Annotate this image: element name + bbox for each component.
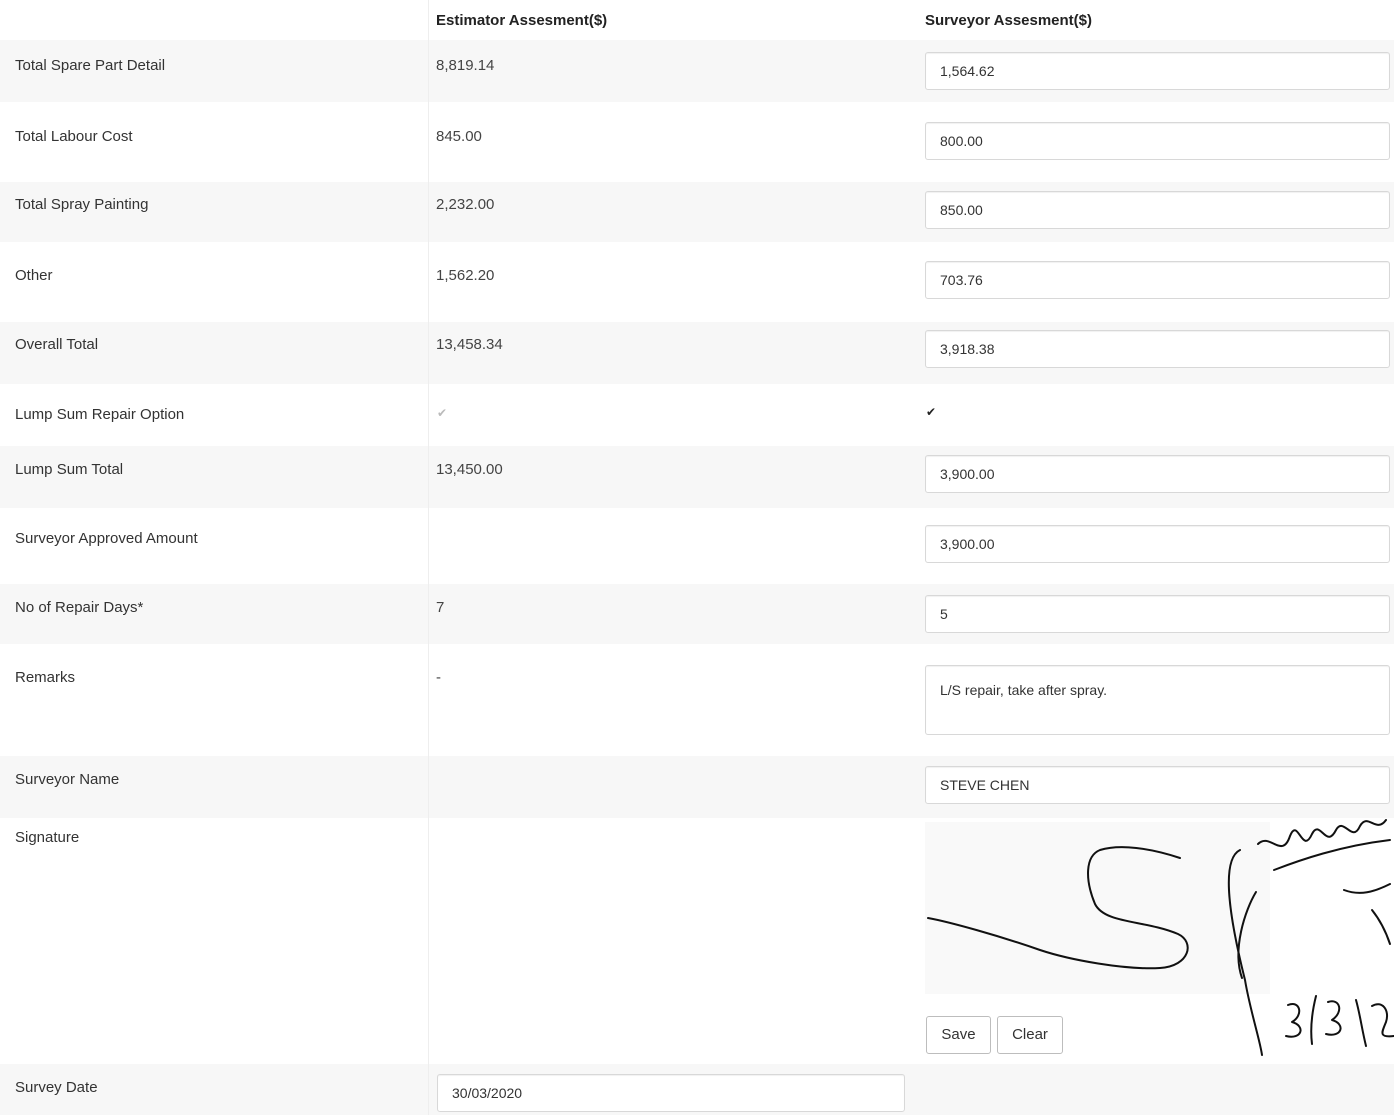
surveyor-other-input[interactable]: 703.76 [925, 261, 1390, 299]
estimator-value-remarks: - [436, 669, 441, 686]
column-divider [428, 0, 429, 1115]
surveyor-overall-total-input[interactable]: 3,918.38 [925, 330, 1390, 368]
estimator-value-labour-cost: 845.00 [436, 128, 482, 145]
estimator-value-other: 1,562.20 [436, 267, 495, 284]
row-label-spray-painting: Total Spray Painting [15, 196, 149, 213]
row-label-labour-cost: Total Labour Cost [15, 128, 133, 145]
survey-date-input[interactable]: 30/03/2020 [437, 1074, 905, 1112]
estimator-value-spare-parts: 8,819.14 [436, 57, 495, 74]
row-label-remarks: Remarks [15, 669, 76, 686]
row-label-surveyor-name: Surveyor Name [15, 771, 120, 788]
surveyor-labour-cost-input[interactable]: 800.00 [925, 122, 1390, 160]
row-label-repair-days: No of Repair Days* [15, 599, 144, 616]
surveyor-approved-amount-input[interactable]: 3,900.00 [925, 525, 1390, 563]
surveyor-name-input[interactable]: STEVE CHEN [925, 766, 1390, 804]
surveyor-remarks-textarea[interactable]: L/S repair, take after spray. [925, 665, 1390, 735]
estimator-value-overall-total: 13,458.34 [436, 336, 503, 353]
row-label-signature: Signature [15, 829, 80, 846]
row-label-approved-amount: Surveyor Approved Amount [15, 530, 198, 547]
surveyor-lump-sum-total-input[interactable]: 3,900.00 [925, 455, 1390, 493]
surveyor-lump-sum-checkbox[interactable]: ✔ [926, 405, 936, 419]
row-label-spare-parts: Total Spare Part Detail [15, 57, 166, 74]
row-label-survey-date: Survey Date [15, 1079, 98, 1096]
surveyor-spray-painting-input[interactable]: 850.00 [925, 191, 1390, 229]
estimator-value-repair-days: 7 [436, 599, 445, 616]
checkmark-icon: ✔ [926, 405, 937, 419]
clear-signature-button[interactable]: Clear [997, 1016, 1063, 1054]
signature-pad[interactable] [925, 822, 1270, 994]
estimator-column-header: Estimator Assesment($) [436, 12, 608, 29]
estimator-value-lump-sum-total: 13,450.00 [436, 461, 503, 478]
row-label-overall-total: Overall Total [15, 336, 99, 353]
row-label-other: Other [15, 267, 53, 284]
checkmark-icon: ✔ [437, 406, 448, 420]
surveyor-column-header: Surveyor Assesment($) [925, 12, 1093, 29]
row-label-lump-sum-option: Lump Sum Repair Option [15, 406, 185, 423]
estimator-lump-sum-checkbox: ✔ [437, 406, 447, 420]
surveyor-repair-days-input[interactable]: 5 [925, 595, 1390, 633]
save-signature-button[interactable]: Save [926, 1016, 991, 1054]
estimator-value-spray-painting: 2,232.00 [436, 196, 495, 213]
row-label-lump-sum-total: Lump Sum Total [15, 461, 124, 478]
surveyor-spare-parts-input[interactable]: 1,564.62 [925, 52, 1390, 90]
